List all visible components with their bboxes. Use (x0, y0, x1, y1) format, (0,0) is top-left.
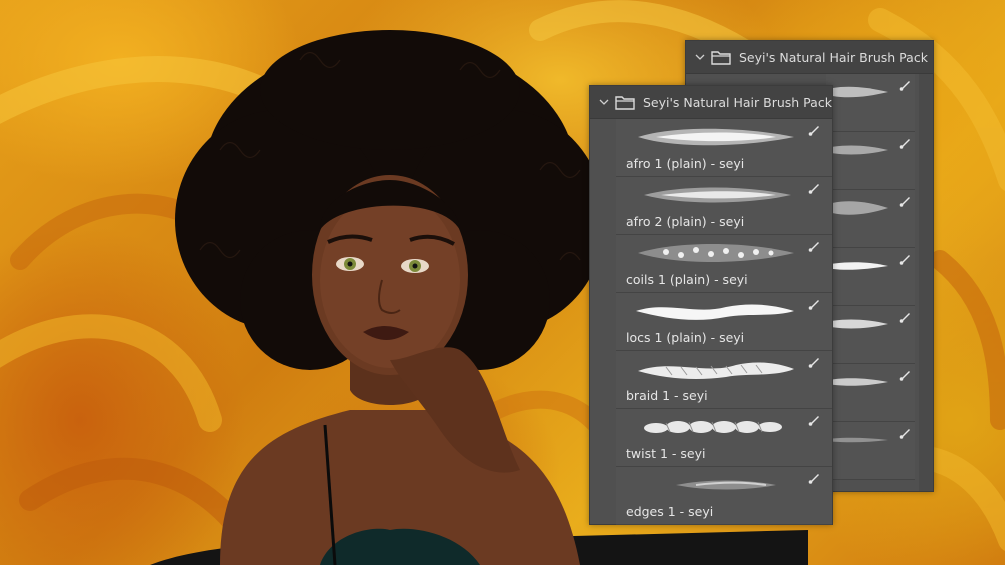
woman-illustration (175, 30, 605, 565)
brush-label: afro 2 (plain) - seyi (626, 214, 745, 229)
brush-icon (899, 197, 910, 207)
brush-icon (899, 371, 910, 381)
chevron-down-icon[interactable] (693, 50, 707, 64)
panel-header[interactable]: Seyi's Natural Hair Brush Pack (686, 41, 933, 74)
brush-item[interactable] (818, 74, 915, 132)
brush-item[interactable] (818, 306, 915, 364)
brush-list-back (818, 74, 915, 480)
brush-item-locs-1[interactable]: locs 1 (plain) - seyi (616, 293, 832, 351)
brush-stroke-preview (636, 304, 794, 320)
brush-label: twist 1 - seyi (626, 446, 706, 461)
brush-item-twist-1[interactable]: twist 1 - seyi (616, 409, 832, 467)
brush-item-afro-1[interactable]: afro 1 (plain) - seyi (616, 119, 832, 177)
brush-item-coils-1[interactable]: coils 1 (plain) - seyi (616, 235, 832, 293)
brush-icon (899, 81, 910, 91)
brush-stroke-preview (644, 421, 782, 433)
brush-icon (808, 242, 819, 252)
brush-item[interactable] (818, 248, 915, 306)
brush-group-title: Seyi's Natural Hair Brush Pack (643, 94, 832, 110)
brush-stroke-preview (638, 244, 794, 262)
brush-icon (808, 474, 819, 484)
scrollbar[interactable] (919, 74, 933, 491)
folder-icon (711, 49, 731, 65)
brush-item[interactable] (818, 422, 915, 480)
brush-icon (899, 139, 910, 149)
folder-icon (615, 94, 635, 110)
brush-item-edges-1[interactable]: edges 1 - seyi (616, 467, 832, 525)
brush-icon (899, 313, 910, 323)
brush-icon (808, 358, 819, 368)
brush-item-afro-2[interactable]: afro 2 (plain) - seyi (616, 177, 832, 235)
brush-label: edges 1 - seyi (626, 504, 714, 519)
brush-item[interactable] (818, 364, 915, 422)
brush-icon (808, 300, 819, 310)
brush-item-braid-1[interactable]: braid 1 - seyi (616, 351, 832, 409)
brush-panel-front: Seyi's Natural Hair Brush Pack afro 1 (p… (589, 85, 833, 525)
brush-icon (808, 184, 819, 194)
brush-item[interactable] (818, 190, 915, 248)
brush-icon (899, 255, 910, 265)
brush-label: locs 1 (plain) - seyi (626, 330, 745, 345)
brush-icon (808, 416, 819, 426)
brush-group-title: Seyi's Natural Hair Brush Pack (739, 49, 928, 65)
brush-label: afro 1 (plain) - seyi (626, 156, 745, 171)
brush-list-front: afro 1 (plain) - seyi afro 2 (plain) - s… (616, 119, 832, 525)
brush-item[interactable] (818, 132, 915, 190)
panel-header[interactable]: Seyi's Natural Hair Brush Pack (590, 86, 832, 119)
brush-icon (808, 126, 819, 136)
brush-icon (899, 429, 910, 439)
brush-label: braid 1 - seyi (626, 388, 708, 403)
brush-stroke-preview (644, 187, 791, 203)
brush-stroke-preview (638, 362, 794, 379)
brush-stroke-preview (676, 480, 776, 490)
chevron-down-icon[interactable] (597, 95, 611, 109)
brush-label: coils 1 (plain) - seyi (626, 272, 748, 287)
brush-stroke-preview (638, 128, 794, 146)
